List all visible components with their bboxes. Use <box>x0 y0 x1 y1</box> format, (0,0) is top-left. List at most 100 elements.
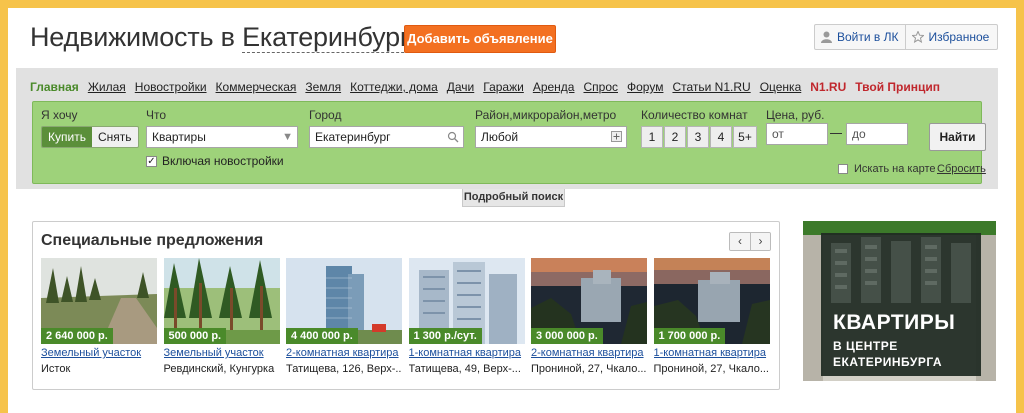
nav-item-demand[interactable]: Спрос <box>583 80 618 94</box>
nav-item-rent[interactable]: Аренда <box>533 80 575 94</box>
range-dash <box>830 133 842 134</box>
offer-title-link[interactable]: 1-комнатная квартира <box>409 347 525 359</box>
rent-option[interactable]: Снять <box>91 127 138 147</box>
reset-link[interactable]: Сбросить <box>937 163 986 175</box>
offer-title-link[interactable]: 2-комнатная квартира <box>286 347 402 359</box>
plus-icon <box>611 127 622 149</box>
ad-banner[interactable]: КВАРТИРЫ В ЦЕНТРЕ ЕКАТЕРИНБУРГА <box>803 221 996 381</box>
offer-title-link[interactable]: Земельный участок <box>164 347 280 359</box>
advanced-search-tab[interactable]: Подробный поиск <box>462 189 565 207</box>
city-input-value: Екатеринбург <box>315 130 391 144</box>
price-to-input[interactable]: до <box>846 123 908 145</box>
site-title-prefix: Недвижимость в <box>30 22 235 52</box>
rooms-option-5plus[interactable]: 5+ <box>733 126 757 148</box>
checkbox-checked-icon: ✓ <box>146 155 157 167</box>
rooms-selector: 1 2 3 4 5+ <box>641 126 758 148</box>
nav-item-garages[interactable]: Гаражи <box>483 80 524 94</box>
offer-card[interactable]: 4 400 000 р. 2-комнатная квартира Татище… <box>286 258 402 375</box>
rooms-label: Количество комнат <box>641 108 748 122</box>
what-label: Что <box>146 108 167 122</box>
offer-title-link[interactable]: 2-комнатная квартира <box>531 347 647 359</box>
offers-cards: 2 640 000 р. Земельный участок Исток 500… <box>41 258 776 375</box>
offer-photo[interactable]: 1 300 р./сут. <box>408 258 525 344</box>
offer-photo[interactable]: 2 640 000 р. <box>41 258 157 344</box>
carousel-arrows: ‹ › <box>729 232 771 251</box>
map-search-label: Искать на карте <box>854 163 936 175</box>
offer-price: 2 640 000 р. <box>41 328 113 344</box>
offer-photo[interactable]: 500 000 р. <box>163 258 280 344</box>
banner-headline: КВАРТИРЫ <box>833 311 956 334</box>
find-button[interactable]: Найти <box>929 123 986 151</box>
district-label: Район,микрорайон,метро <box>475 108 617 122</box>
want-label: Я хочу <box>41 108 78 122</box>
banner-subline-1: В ЦЕНТРЕ <box>833 339 898 353</box>
search-panel: Я хочу Купить Снять Что Квартиры ▼ ✓ Вкл… <box>32 101 986 184</box>
include-new-checkbox[interactable]: ✓ Включая новостройки <box>146 154 284 168</box>
add-listing-button[interactable]: Добавить объявление <box>404 25 556 53</box>
nav-item-cottages[interactable]: Коттеджи, дома <box>350 80 438 94</box>
offer-card[interactable]: 1 700 000 р. 1-комнатная квартира Пронин… <box>653 258 770 375</box>
city-selector[interactable]: Екатеринбурге <box>242 22 424 53</box>
offer-address: Ревдинский, Кунгурка <box>163 363 275 375</box>
page: Недвижимость в Екатеринбурге Добавить об… <box>8 8 1016 413</box>
nav-item-dachas[interactable]: Дачи <box>447 80 475 94</box>
rooms-option-3[interactable]: 3 <box>687 126 709 148</box>
banner-subline-2: ЕКАТЕРИНБУРГА <box>833 355 943 369</box>
offer-address: Исток <box>41 363 71 375</box>
map-search-checkbox[interactable]: Искать на карте <box>838 163 936 175</box>
nav-item-commercial[interactable]: Коммерческая <box>216 80 297 94</box>
offer-price: 1 300 р./сут. <box>408 328 482 344</box>
price-from-input[interactable]: от <box>766 123 828 145</box>
nav-item-principle[interactable]: Твой Принцип <box>855 80 940 94</box>
carousel-next-button[interactable]: › <box>750 233 770 250</box>
offer-title-link[interactable]: Земельный участок <box>41 347 157 359</box>
user-icon <box>821 31 832 43</box>
include-new-label: Включая новостройки <box>162 154 284 168</box>
buy-option[interactable]: Купить <box>42 127 92 147</box>
nav-item-articles[interactable]: Статьи N1.RU <box>672 80 750 94</box>
offer-title-link[interactable]: 1-комнатная квартира <box>654 347 770 359</box>
city-input[interactable]: Екатеринбург <box>309 126 464 148</box>
nav-item-forum[interactable]: Форум <box>627 80 663 94</box>
offer-card[interactable]: 500 000 р. Земельный участок Ревдинский,… <box>163 258 280 375</box>
rooms-option-2[interactable]: 2 <box>664 126 686 148</box>
offer-address: Прониной, 27, Чкало... <box>653 363 770 375</box>
offer-price: 1 700 000 р. <box>653 328 726 344</box>
nav-item-new-buildings[interactable]: Новостройки <box>135 80 207 94</box>
nav-item-n1[interactable]: N1.RU <box>810 80 846 94</box>
district-select[interactable]: Любой <box>475 126 627 148</box>
offer-address: Татищева, 49, Верх-... <box>408 363 521 375</box>
search-icon <box>447 127 459 150</box>
offer-card[interactable]: 1 300 р./сут. 1-комнатная квартира Татищ… <box>408 258 525 375</box>
nav-item-residential[interactable]: Жилая <box>88 80 126 94</box>
rooms-option-4[interactable]: 4 <box>710 126 732 148</box>
dropdown-arrow-icon: ▼ <box>282 131 293 143</box>
login-link[interactable]: Войти в ЛК <box>815 25 905 49</box>
offer-card[interactable]: 3 000 000 р. 2-комнатная квартира Пронин… <box>531 258 647 375</box>
favorites-link[interactable]: Избранное <box>904 25 996 49</box>
offer-card[interactable]: 2 640 000 р. Земельный участок Исток <box>41 258 157 375</box>
favorites-label: Избранное <box>928 30 990 44</box>
offer-photo[interactable]: 3 000 000 р. <box>531 258 647 344</box>
offer-photo[interactable]: 1 700 000 р. <box>653 258 770 344</box>
login-label: Войти в ЛК <box>837 30 899 44</box>
carousel-prev-button[interactable]: ‹ <box>730 233 750 250</box>
city-label: Город <box>309 108 342 122</box>
site-title: Недвижимость в Екатеринбурге <box>30 22 424 53</box>
offer-price: 3 000 000 р. <box>531 328 603 344</box>
nav-item-home[interactable]: Главная <box>30 80 79 94</box>
nav-links: Главная Жилая Новостройки Коммерческая З… <box>30 80 949 94</box>
main-navigation: Главная Жилая Новостройки Коммерческая З… <box>16 68 998 189</box>
offer-address: Татищева, 126, Верх-... <box>286 363 402 375</box>
offers-title: Специальные предложения <box>41 232 264 249</box>
price-label: Цена, руб. <box>766 108 825 122</box>
deal-type-toggle: Купить Снять <box>41 126 139 148</box>
property-type-select[interactable]: Квартиры ▼ <box>146 126 298 148</box>
offer-price: 4 400 000 р. <box>286 328 358 344</box>
rooms-option-1[interactable]: 1 <box>641 126 663 148</box>
star-icon <box>911 31 924 43</box>
nav-item-land[interactable]: Земля <box>305 80 341 94</box>
offer-price: 500 000 р. <box>163 328 227 344</box>
offer-photo[interactable]: 4 400 000 р. <box>286 258 402 344</box>
nav-item-valuation[interactable]: Оценка <box>760 80 802 94</box>
